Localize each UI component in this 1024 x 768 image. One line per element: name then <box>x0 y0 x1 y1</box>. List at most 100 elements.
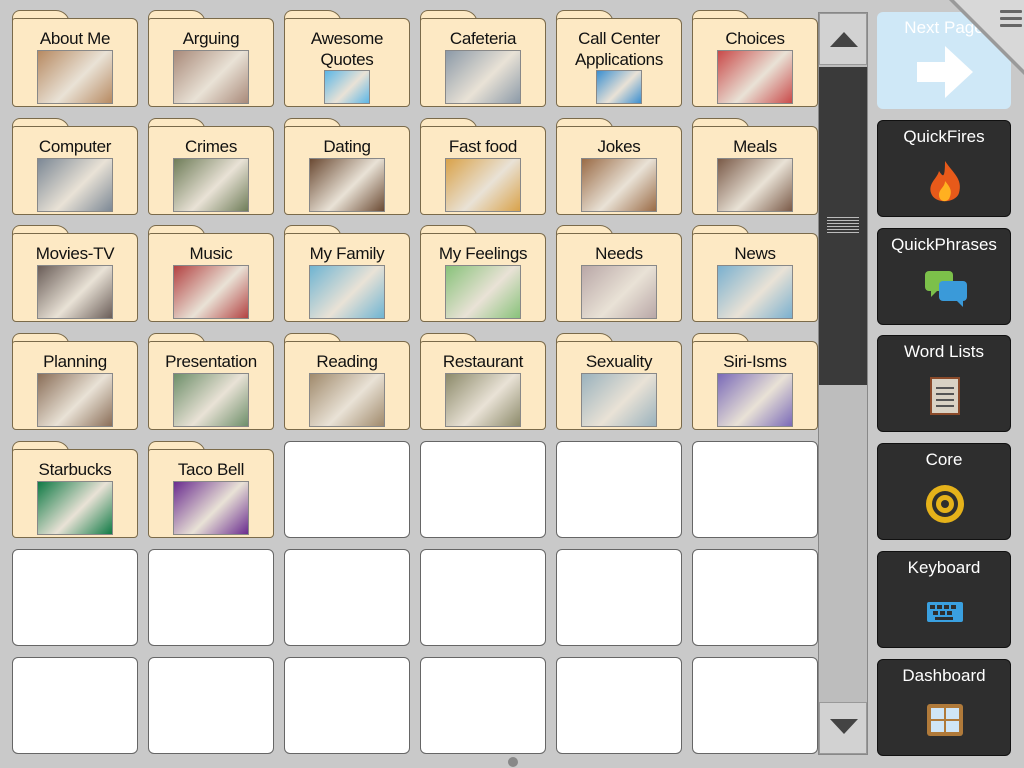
folder-label: Computer <box>38 137 112 156</box>
empty-button-cell[interactable] <box>420 441 546 538</box>
restaurant-photo-icon <box>445 373 521 427</box>
folder-crimes[interactable]: Crimes <box>148 118 274 215</box>
sidebar-button-label: Core <box>925 450 963 469</box>
folder-label: Planning <box>43 352 107 371</box>
folder-awesome-quotes[interactable]: Awesome Quotes <box>284 10 410 107</box>
folder-planning[interactable]: Planning <box>12 333 138 430</box>
folder-label: Movies-TV <box>35 244 115 263</box>
folder-label: Call Center Applications <box>574 29 664 69</box>
folder-siri-isms[interactable]: Siri-Isms <box>692 333 818 430</box>
folder-label: My Family <box>309 244 385 263</box>
arguing-people-icon <box>173 50 249 104</box>
planning-photo-icon <box>37 373 113 427</box>
cafeteria-photo-icon <box>445 50 521 104</box>
folder-taco-bell[interactable]: Taco Bell <box>148 441 274 538</box>
folder-computer[interactable]: Computer <box>12 118 138 215</box>
folder-restaurant[interactable]: Restaurant <box>420 333 546 430</box>
sidebar-quickphrases-button[interactable]: QuickPhrases <box>877 228 1011 325</box>
folder-label: Sexuality <box>585 352 653 371</box>
headset-globe-icon <box>596 70 642 104</box>
empty-button-cell[interactable] <box>556 657 682 754</box>
folder-label: About Me <box>39 29 111 48</box>
scroll-up-button[interactable] <box>819 13 867 65</box>
hamburger-menu-icon[interactable] <box>1000 10 1022 28</box>
speech-bubbles-icon <box>923 267 967 311</box>
notepad-list-icon <box>923 374 967 418</box>
dating-photo-icon <box>309 158 385 212</box>
scroll-down-button[interactable] <box>819 702 867 754</box>
folder-movies-tv[interactable]: Movies-TV <box>12 225 138 322</box>
folder-label: Siri-Isms <box>723 352 787 371</box>
folder-label: Meals <box>733 137 777 156</box>
folder-label: Reading <box>316 352 378 371</box>
folder-music[interactable]: Music <box>148 225 274 322</box>
empty-button-cell[interactable] <box>692 549 818 646</box>
folder-label: Needs <box>595 244 643 263</box>
folder-reading[interactable]: Reading <box>284 333 410 430</box>
empty-button-cell[interactable] <box>284 441 410 538</box>
folder-presentation[interactable]: Presentation <box>148 333 274 430</box>
empty-button-cell[interactable] <box>420 657 546 754</box>
person-photo-icon <box>37 50 113 104</box>
target-rings-icon <box>923 482 967 526</box>
faces-feelings-icon <box>445 265 521 319</box>
folder-choices[interactable]: Choices <box>692 10 818 107</box>
needs-collage-icon <box>581 265 657 319</box>
empty-button-cell[interactable] <box>420 549 546 646</box>
sidebar-keyboard-button[interactable]: Keyboard <box>877 551 1011 648</box>
folder-label: Starbucks <box>38 460 112 479</box>
empty-button-cell[interactable] <box>284 657 410 754</box>
family-icon <box>309 265 385 319</box>
empty-button-cell[interactable] <box>148 549 274 646</box>
news-reading-icon <box>717 265 793 319</box>
taco-bell-logo-icon <box>173 481 249 535</box>
sidebar-core-button[interactable]: Core <box>877 443 1011 540</box>
folder-arguing[interactable]: Arguing <box>148 10 274 107</box>
folder-call-center-applications[interactable]: Call Center Applications <box>556 10 682 107</box>
folder-fast-food[interactable]: Fast food <box>420 118 546 215</box>
keyboard-icon <box>923 590 967 634</box>
folder-label: News <box>734 244 776 263</box>
folder-jokes[interactable]: Jokes <box>556 118 682 215</box>
empty-button-cell[interactable] <box>12 549 138 646</box>
folder-label: Music <box>189 244 233 263</box>
folder-needs[interactable]: Needs <box>556 225 682 322</box>
chevron-down-icon <box>830 719 858 734</box>
empty-button-cell[interactable] <box>556 549 682 646</box>
folder-dating[interactable]: Dating <box>284 118 410 215</box>
empty-button-cell[interactable] <box>12 657 138 754</box>
sidebar-quickfires-button[interactable]: QuickFires <box>877 120 1011 217</box>
sidebar-button-label: QuickFires <box>903 127 985 146</box>
sidebar-button-label: QuickPhrases <box>891 235 997 254</box>
page-indicator-dot <box>508 757 518 767</box>
folder-label: Fast food <box>448 137 518 156</box>
folder-about-me[interactable]: About Me <box>12 10 138 107</box>
scroll-thumb[interactable] <box>819 67 867 385</box>
folder-label: My Feelings <box>438 244 528 263</box>
grip-icon <box>827 217 859 235</box>
sidebar-word-lists-button[interactable]: Word Lists <box>877 335 1011 432</box>
folder-news[interactable]: News <box>692 225 818 322</box>
computer-photo-icon <box>37 158 113 212</box>
folder-label: Arguing <box>182 29 240 48</box>
folder-label: Choices <box>725 29 785 48</box>
folder-sexuality[interactable]: Sexuality <box>556 333 682 430</box>
folder-my-feelings[interactable]: My Feelings <box>420 225 546 322</box>
empty-button-cell[interactable] <box>284 549 410 646</box>
folder-label: Dating <box>323 137 371 156</box>
folder-cafeteria[interactable]: Cafeteria <box>420 10 546 107</box>
empty-button-cell[interactable] <box>692 657 818 754</box>
empty-button-cell[interactable] <box>556 441 682 538</box>
folder-my-family[interactable]: My Family <box>284 225 410 322</box>
starbucks-logo-icon <box>37 481 113 535</box>
vocabulary-grid: About Me Arguing Awesome Quotes Cafeteria Ca… <box>12 10 818 756</box>
pointing-finger-icon <box>717 50 793 104</box>
folder-meals[interactable]: Meals <box>692 118 818 215</box>
music-room-icon <box>173 265 249 319</box>
empty-button-cell[interactable] <box>148 657 274 754</box>
sidebar-dashboard-button[interactable]: Dashboard <box>877 659 1011 756</box>
folder-label: Restaurant <box>442 352 524 371</box>
empty-button-cell[interactable] <box>692 441 818 538</box>
folder-starbucks[interactable]: Starbucks <box>12 441 138 538</box>
grid-scrollbar[interactable] <box>818 12 868 755</box>
